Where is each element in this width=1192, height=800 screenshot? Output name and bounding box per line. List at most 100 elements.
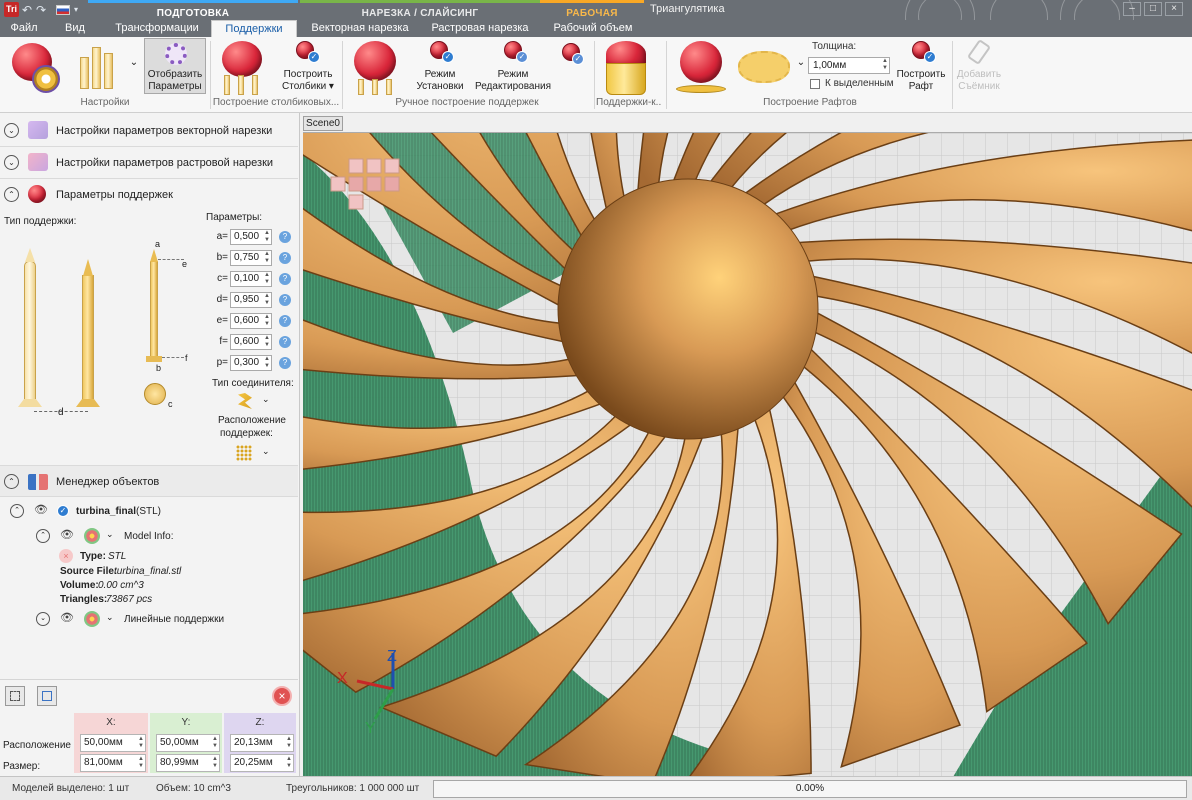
chevron-up-icon[interactable]: ⌃: [4, 474, 19, 489]
manual-extra-button[interactable]: ✓: [560, 41, 586, 67]
build-pillars-button[interactable]: ✓ Построить Столбики ▾: [280, 39, 336, 95]
param-spinner[interactable]: ▲ ▼: [264, 230, 270, 244]
support-settings-button[interactable]: [8, 41, 66, 97]
position-z-input[interactable]: 20,13мм: [230, 734, 294, 752]
help-icon[interactable]: ?: [279, 273, 291, 285]
section-support-params[interactable]: ⌃ Параметры поддержек: [0, 179, 298, 211]
tree-collapse-icon[interactable]: ⌃: [10, 504, 24, 518]
section-vector-settings[interactable]: ⌄ Настройки параметров векторной нарезки: [0, 115, 298, 147]
spinner[interactable]: ▲ ▼: [286, 756, 292, 770]
support-type-thick-preview[interactable]: [82, 275, 94, 401]
support-diagram-pillar: [150, 261, 158, 357]
placement-grid-icon[interactable]: [236, 445, 252, 461]
install-mode-button[interactable]: ✓ Режим Установки: [412, 39, 468, 95]
dimension-line: [158, 259, 184, 260]
source-label: Source File:: [60, 566, 118, 577]
support-type-thin-preview[interactable]: [24, 261, 36, 401]
quick-access-menu-icon[interactable]: ▾: [74, 2, 78, 18]
param-spinner[interactable]: ▲ ▼: [264, 251, 270, 265]
linear-supports-dropdown[interactable]: ⌄: [106, 612, 114, 623]
raft-shape-dropdown[interactable]: ⌄: [796, 57, 806, 69]
spinner[interactable]: ▲ ▼: [138, 756, 144, 770]
tab-transform[interactable]: Трансформации: [110, 20, 204, 37]
help-icon[interactable]: ?: [279, 294, 291, 306]
chevron-up-icon[interactable]: ⌃: [4, 187, 19, 202]
tab-supports[interactable]: Поддержки: [211, 20, 297, 37]
size-y-input[interactable]: 80,99мм: [156, 754, 220, 772]
gear-icon: [165, 43, 187, 65]
dimension-f-label: f: [185, 353, 188, 363]
help-icon[interactable]: ?: [279, 252, 291, 264]
edit-mode-button[interactable]: ✓ Режим Редактирования: [472, 39, 554, 95]
app-logo-icon: Tri: [4, 2, 19, 17]
visibility-eye-icon[interactable]: 👁: [60, 528, 74, 541]
undo-icon[interactable]: ↶: [22, 2, 32, 18]
chevron-down-icon[interactable]: ⌄: [4, 123, 19, 138]
thickness-spinner[interactable]: ▲ ▼: [882, 58, 888, 72]
help-icon[interactable]: ?: [279, 357, 291, 369]
help-icon[interactable]: ?: [279, 231, 291, 243]
selected-only-checkbox[interactable]: [810, 79, 820, 89]
delete-object-icon[interactable]: ×: [272, 686, 292, 706]
chevron-down-icon[interactable]: ⌄: [4, 155, 19, 170]
scene-canvas[interactable]: Z X Y: [303, 133, 1192, 776]
tab-file[interactable]: Файл: [8, 20, 40, 37]
cone-supports-button[interactable]: [602, 41, 652, 97]
param-spinner[interactable]: ▲ ▼: [264, 314, 270, 328]
minimize-button[interactable]: –: [1123, 2, 1141, 16]
visibility-eye-icon[interactable]: 👁: [60, 611, 74, 624]
section-label: Настройки параметров векторной нарезки: [56, 125, 273, 137]
size-z-input[interactable]: 20,25мм: [230, 754, 294, 772]
object-name[interactable]: turbina_final: [76, 506, 136, 517]
section-object-manager[interactable]: ⌃ Менеджер объектов: [0, 465, 298, 497]
connector-type-icon[interactable]: [238, 393, 252, 409]
build-raft-button[interactable]: ✓ Построить Рафт: [894, 39, 948, 95]
param-spinner[interactable]: ▲ ▼: [264, 272, 270, 286]
dimension-b-label: b: [156, 363, 162, 373]
placement-dropdown[interactable]: ⌄: [262, 446, 270, 457]
section-label: Менеджер объектов: [56, 476, 160, 488]
param-spinner[interactable]: ▲ ▼: [264, 335, 270, 349]
spinner[interactable]: ▲ ▼: [212, 736, 218, 750]
tab-scene[interactable]: Scene0: [303, 116, 343, 131]
visibility-eye-icon[interactable]: 👁: [34, 503, 48, 516]
support-types-dropdown[interactable]: ⌄: [128, 57, 140, 69]
tab-raster-slicing[interactable]: Растровая нарезка: [428, 20, 532, 37]
add-removable-button[interactable]: Добавить Съёмник: [954, 38, 1004, 95]
dimension-line: [162, 357, 184, 358]
redo-icon[interactable]: ↷: [36, 2, 46, 18]
param-spinner[interactable]: ▲ ▼: [264, 293, 270, 307]
raft-model-button[interactable]: [676, 41, 726, 97]
pillar-supports-icon-button[interactable]: [218, 41, 268, 97]
param-spinner[interactable]: ▲ ▼: [264, 356, 270, 370]
show-parameters-button[interactable]: Отобразить Параметры: [144, 38, 206, 94]
spinner[interactable]: ▲ ▼: [138, 736, 144, 750]
tab-vector-slicing[interactable]: Векторная нарезка: [308, 20, 412, 37]
size-x-input[interactable]: 81,00мм: [80, 754, 146, 772]
help-icon[interactable]: ?: [279, 336, 291, 348]
thickness-input[interactable]: 1,00мм: [808, 57, 890, 74]
connector-dropdown[interactable]: ⌄: [262, 394, 270, 405]
tab-view[interactable]: Вид: [58, 20, 92, 37]
tree-expand-icon[interactable]: ⌄: [36, 612, 50, 626]
maximize-button[interactable]: □: [1144, 2, 1162, 16]
section-raster-settings[interactable]: ⌄ Настройки параметров растровой нарезки: [0, 147, 298, 179]
position-x-input[interactable]: 50,00мм: [80, 734, 146, 752]
spinner[interactable]: ▲ ▼: [212, 756, 218, 770]
support-section-circle-icon: [144, 383, 166, 405]
tab-work-volume[interactable]: Рабочий объем: [550, 20, 636, 37]
model-info-dropdown[interactable]: ⌄: [106, 529, 114, 540]
language-flag-icon[interactable]: [56, 5, 70, 15]
support-types-button[interactable]: [78, 43, 122, 93]
position-y-input[interactable]: 50,00мм: [156, 734, 220, 752]
spinner[interactable]: ▲ ▼: [286, 736, 292, 750]
raft-shape-button[interactable]: [738, 51, 794, 87]
tree-collapse-icon[interactable]: ⌃: [36, 529, 50, 543]
manual-supports-icon-button[interactable]: [350, 41, 402, 97]
close-button[interactable]: ×: [1165, 2, 1183, 16]
group-label-supports-k: Поддержки-к...: [596, 97, 662, 108]
help-icon[interactable]: ?: [279, 315, 291, 327]
object-check-icon[interactable]: ✓: [57, 505, 69, 517]
3d-viewport[interactable]: Z X Y: [303, 132, 1192, 776]
build-raft-label: Построить: [896, 69, 946, 80]
